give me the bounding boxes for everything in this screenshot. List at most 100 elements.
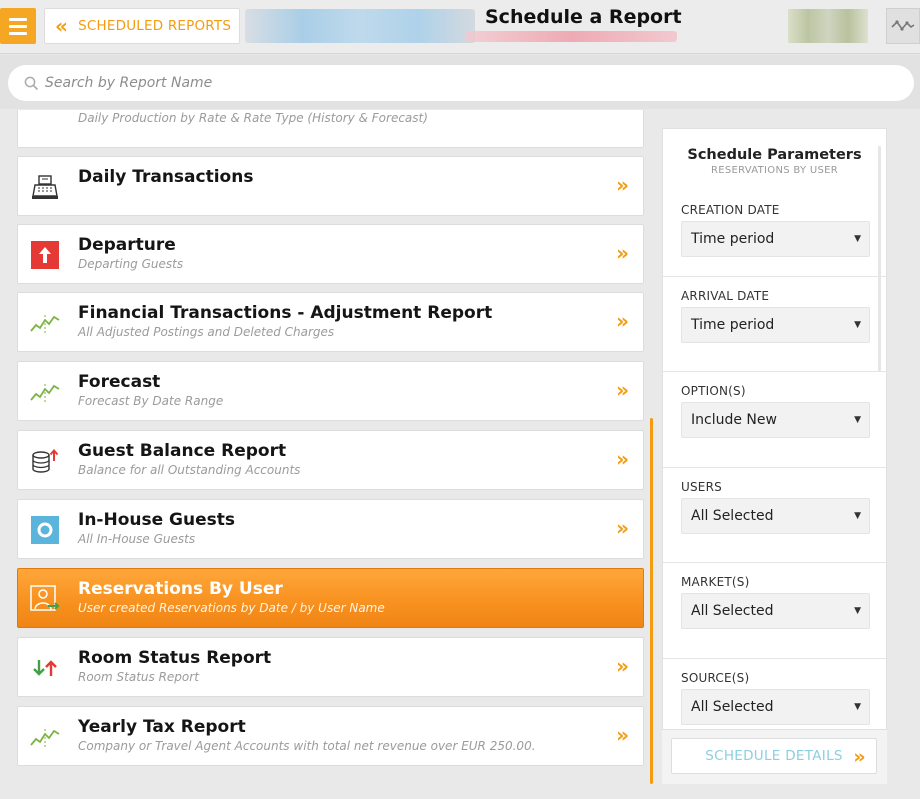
param-label: USERS (681, 480, 722, 494)
param-label: MARKET(S) (681, 575, 750, 589)
double-chevron-right-icon: » (616, 309, 629, 333)
markets-select[interactable]: All Selected ▼ (681, 593, 870, 629)
coins-icon (30, 447, 60, 475)
param-label: OPTION(S) (681, 384, 746, 398)
report-row-reservations-by-user[interactable]: Reservations By User User created Reserv… (17, 568, 644, 628)
caret-down-icon: ▼ (854, 511, 861, 521)
arrival-date-select[interactable]: Time period ▼ (681, 307, 870, 343)
creation-date-select[interactable]: Time period ▼ (681, 221, 870, 257)
search-bar-area (0, 55, 920, 109)
report-row-financial-transactions[interactable]: Financial Transactions - Adjustment Repo… (17, 292, 644, 352)
page-title: Schedule a Report (485, 6, 682, 28)
page-subtitle-redacted (465, 31, 677, 42)
report-row-departure[interactable]: Departure Departing Guests » (17, 224, 644, 284)
double-chevron-right-icon: » (616, 378, 629, 402)
sources-select[interactable]: All Selected ▼ (681, 689, 870, 725)
up-down-arrows-icon (30, 654, 60, 682)
schedule-details-button[interactable]: SCHEDULE DETAILS » (671, 738, 877, 774)
report-desc: Balance for all Outstanding Accounts (78, 463, 301, 477)
param-label: CREATION DATE (681, 203, 780, 217)
double-chevron-right-icon: » (616, 654, 629, 678)
report-list: Daily Production by Rate & Rate Type (Hi… (0, 110, 655, 799)
double-chevron-right-icon: » (616, 173, 629, 197)
report-row-in-house-guests[interactable]: In-House Guests All In-House Guests » (17, 499, 644, 559)
select-value: Include New (691, 412, 777, 428)
report-desc: All Adjusted Postings and Deleted Charge… (78, 325, 335, 339)
menu-button[interactable] (0, 8, 36, 44)
search-box[interactable] (8, 65, 914, 101)
param-label: SOURCE(S) (681, 671, 750, 685)
report-desc: Departing Guests (78, 257, 184, 271)
report-desc: Company or Travel Agent Accounts with to… (78, 739, 536, 753)
select-value: All Selected (691, 508, 774, 524)
report-desc: User created Reservations by Date / by U… (78, 601, 385, 615)
circle-icon (30, 516, 60, 544)
arrow-up-icon (30, 241, 60, 269)
select-value: Time period (691, 231, 775, 247)
report-title: Daily Transactions (78, 167, 254, 187)
panel-header: Schedule Parameters RESERVATIONS BY USER (663, 129, 886, 197)
report-row-yearly-tax[interactable]: Yearly Tax Report Company or Travel Agen… (17, 706, 644, 766)
hamburger-icon (9, 17, 27, 21)
double-chevron-left-icon: « (55, 14, 69, 38)
report-desc: Daily Production by Rate & Rate Type (Hi… (78, 111, 428, 125)
app-header: « SCHEDULED REPORTS Schedule a Report (0, 0, 920, 54)
trend-chart-icon (30, 378, 60, 406)
param-markets: MARKET(S) All Selected ▼ (663, 562, 886, 658)
report-title: Reservations By User (78, 579, 283, 599)
report-row-daily-production[interactable]: Daily Production by Rate & Rate Type (Hi… (17, 110, 644, 148)
report-title: Departure (78, 235, 176, 255)
report-row-guest-balance[interactable]: Guest Balance Report Balance for all Out… (17, 430, 644, 490)
report-desc: Room Status Report (78, 670, 199, 684)
report-title: Forecast (78, 372, 161, 392)
options-select[interactable]: Include New ▼ (681, 402, 870, 438)
report-title: Guest Balance Report (78, 441, 287, 461)
trend-chart-icon (30, 723, 60, 751)
users-select[interactable]: All Selected ▼ (681, 498, 870, 534)
panel-title: Schedule Parameters (687, 147, 862, 163)
select-value: Time period (691, 317, 775, 333)
report-desc: Forecast By Date Range (78, 394, 224, 408)
schedule-parameters-panel: Schedule Parameters RESERVATIONS BY USER… (662, 128, 887, 784)
user-avatar-redacted[interactable] (788, 9, 868, 43)
user-arrow-icon (30, 585, 60, 613)
report-title: Financial Transactions - Adjustment Repo… (78, 303, 493, 323)
double-chevron-right-icon: » (616, 241, 629, 265)
schedule-details-bar: SCHEDULE DETAILS » (662, 729, 887, 784)
activity-button[interactable] (886, 8, 920, 44)
report-title: Room Status Report (78, 648, 272, 668)
back-button-label: SCHEDULED REPORTS (78, 18, 232, 34)
caret-down-icon: ▼ (854, 606, 861, 616)
param-options: OPTION(S) Include New ▼ (663, 371, 886, 467)
back-to-scheduled-reports-button[interactable]: « SCHEDULED REPORTS (44, 8, 240, 44)
report-row-room-status[interactable]: Room Status Report Room Status Report » (17, 637, 644, 697)
report-desc: All In-House Guests (78, 532, 196, 546)
param-creation-date: CREATION DATE Time period ▼ (663, 191, 886, 287)
activity-icon (891, 20, 915, 31)
param-label: ARRIVAL DATE (681, 289, 770, 303)
schedule-details-label: SCHEDULE DETAILS (705, 748, 843, 764)
report-row-forecast[interactable]: Forecast Forecast By Date Range » (17, 361, 644, 421)
select-value: All Selected (691, 603, 774, 619)
select-value: All Selected (691, 699, 774, 715)
report-list-scrollbar[interactable] (650, 418, 653, 784)
panel-subtitle: RESERVATIONS BY USER (710, 165, 839, 176)
search-icon (24, 76, 39, 90)
panel-scrollbar[interactable] (878, 146, 881, 372)
param-arrival-date: ARRIVAL DATE Time period ▼ (663, 276, 886, 372)
caret-down-icon: ▼ (854, 320, 861, 330)
hotel-name-redacted (245, 9, 475, 43)
double-chevron-right-icon: » (616, 723, 629, 747)
param-users: USERS All Selected ▼ (663, 467, 886, 563)
double-chevron-right-icon: » (616, 447, 629, 471)
search-input[interactable] (45, 75, 845, 91)
cash-register-icon (30, 173, 60, 201)
trend-chart-icon (30, 309, 60, 337)
report-row-daily-transactions[interactable]: Daily Transactions » (17, 156, 644, 216)
caret-down-icon: ▼ (854, 234, 861, 244)
report-title: Yearly Tax Report (78, 717, 246, 737)
double-chevron-right-icon: » (853, 746, 866, 768)
caret-down-icon: ▼ (854, 702, 861, 712)
double-chevron-right-icon: » (616, 516, 629, 540)
caret-down-icon: ▼ (854, 415, 861, 425)
